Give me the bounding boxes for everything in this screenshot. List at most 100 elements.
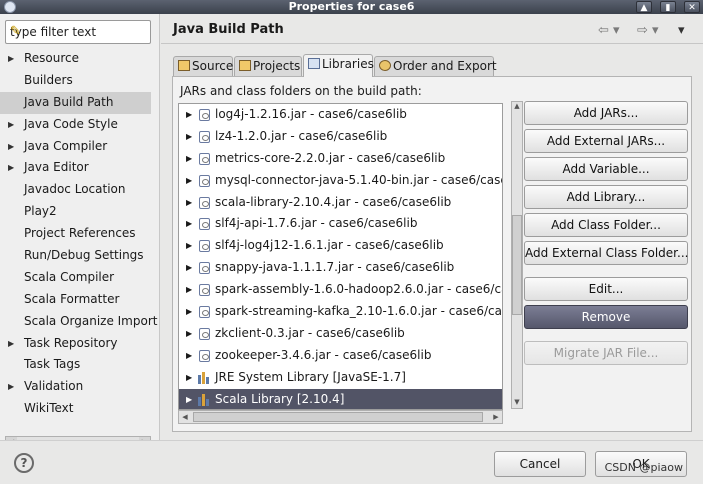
list-item[interactable]: ▶ lz4-1.2.0.jar - case6/case6lib — [179, 126, 502, 148]
sidebar-item-scala-organize-import[interactable]: Scala Organize Import — [0, 311, 160, 333]
build-path-label: JARs and class folders on the build path… — [180, 84, 422, 98]
sidebar-item-java-compiler[interactable]: ▶ Java Compiler — [0, 136, 160, 158]
scroll-left-icon[interactable]: ◀ — [179, 411, 191, 423]
expand-arrow-icon[interactable]: ▶ — [8, 48, 14, 70]
expand-arrow-icon[interactable]: ▶ — [8, 157, 14, 179]
list-item[interactable]: ▶ spark-assembly-1.6.0-hadoop2.6.0.jar - … — [179, 279, 502, 301]
view-menu-icon[interactable]: ▾ — [678, 23, 685, 38]
help-icon[interactable]: ? — [14, 453, 34, 473]
window-title: Properties for case6 — [288, 0, 415, 13]
list-item[interactable]: ▶ zkclient-0.3.jar - case6/case6lib — [179, 323, 502, 345]
add-external-class-folder-button[interactable]: Add External Class Folder... — [524, 241, 688, 265]
forward-arrow-icon[interactable]: ⇨ ▾ — [637, 23, 659, 38]
expand-arrow-icon[interactable]: ▶ — [186, 235, 192, 257]
expand-arrow-icon[interactable]: ▶ — [186, 279, 192, 301]
list-item[interactable]: ▶ log4j-1.2.16.jar - case6/case6lib — [179, 104, 502, 126]
projects-folder-icon — [239, 60, 251, 71]
dialog-footer: ? Cancel OK CSDN @piaow — [0, 440, 703, 484]
property-tree: ▶ Resource Builders Java Build Path ▶ Java… — [0, 48, 160, 420]
scroll-thumb[interactable] — [512, 215, 522, 315]
watermark: CSDN @piaow — [604, 461, 683, 474]
expand-arrow-icon[interactable]: ▶ — [186, 126, 192, 148]
list-item[interactable]: ▶ metrics-core-2.2.0.jar - case6/case6lib — [179, 148, 502, 170]
expand-arrow-icon[interactable]: ▶ — [186, 104, 192, 126]
jar-icon — [199, 262, 210, 275]
migrate-jar-file-button[interactable]: Migrate JAR File... — [524, 341, 688, 365]
remove-button[interactable]: Remove — [524, 305, 688, 329]
library-icon — [198, 371, 211, 384]
tab-source[interactable]: Source — [173, 56, 233, 76]
tab-libraries[interactable]: Libraries — [303, 54, 374, 77]
sidebar-item-scala-formatter[interactable]: Scala Formatter — [0, 289, 160, 311]
clear-filter-icon[interactable]: ✎ — [10, 24, 146, 39]
expand-arrow-icon[interactable]: ▶ — [186, 257, 192, 279]
sidebar-item-resource[interactable]: ▶ Resource — [0, 48, 160, 70]
scroll-down-icon[interactable]: ▼ — [512, 398, 522, 408]
expand-arrow-icon[interactable]: ▶ — [186, 170, 192, 192]
expand-arrow-icon[interactable]: ▶ — [8, 114, 14, 136]
library-list-vertical-scrollbar[interactable]: ▲ ▼ — [511, 101, 523, 409]
add-class-folder-button[interactable]: Add Class Folder... — [524, 213, 688, 237]
jar-icon — [199, 218, 210, 231]
expand-arrow-icon[interactable]: ▶ — [186, 389, 192, 409]
sidebar-item-play2[interactable]: Play2 — [0, 201, 160, 223]
jar-icon — [199, 152, 210, 165]
list-item[interactable]: ▶ JRE System Library [JavaSE-1.7] — [179, 367, 502, 389]
list-item[interactable]: ▶ slf4j-log4j12-1.6.1.jar - case6/case6li… — [179, 235, 502, 257]
expand-arrow-icon[interactable]: ▶ — [186, 301, 192, 323]
sidebar-item-task-tags[interactable]: Task Tags — [0, 354, 160, 376]
expand-arrow-icon[interactable]: ▶ — [8, 376, 14, 398]
expand-arrow-icon[interactable]: ▶ — [8, 136, 14, 158]
expand-arrow-icon[interactable]: ▶ — [186, 345, 192, 367]
close-icon[interactable]: ✕ — [684, 1, 700, 13]
list-item[interactable]: ▶ spark-streaming-kafka_2.10-1.6.0.jar - … — [179, 301, 502, 323]
sidebar-item-java-editor[interactable]: ▶ Java Editor — [0, 157, 160, 179]
maximize-icon[interactable]: ▲ — [636, 1, 652, 13]
list-item[interactable]: ▶ snappy-java-1.1.1.7.jar - case6/case6li… — [179, 257, 502, 279]
app-icon — [4, 1, 16, 13]
expand-arrow-icon[interactable]: ▶ — [186, 148, 192, 170]
sidebar-item-java-build-path[interactable]: Java Build Path — [0, 91, 151, 114]
library-icon — [198, 393, 211, 406]
cancel-button[interactable]: Cancel — [494, 451, 586, 477]
sidebar-item-run-debug-settings[interactable]: Run/Debug Settings — [0, 245, 160, 267]
scroll-thumb[interactable] — [193, 412, 483, 422]
add-external-jars-button[interactable]: Add External JARs... — [524, 129, 688, 153]
sidebar-item-builders[interactable]: Builders — [0, 70, 160, 92]
library-list[interactable]: ▶ log4j-1.2.16.jar - case6/case6lib ▶ lz4-… — [178, 103, 503, 410]
sidebar-item-validation[interactable]: ▶ Validation — [0, 376, 160, 398]
edit-button[interactable]: Edit... — [524, 277, 688, 301]
sidebar-item-scala-compiler[interactable]: Scala Compiler — [0, 267, 160, 289]
page-title: Java Build Path — [173, 22, 284, 37]
list-item[interactable]: ▶ Scala Library [2.10.4] — [179, 388, 502, 409]
tab-projects[interactable]: Projects — [234, 56, 302, 76]
scroll-up-icon[interactable]: ▲ — [512, 102, 522, 112]
sidebar-item-wikitext[interactable]: WikiText — [0, 398, 160, 420]
expand-arrow-icon[interactable]: ▶ — [186, 213, 192, 235]
sidebar-item-project-references[interactable]: Project References — [0, 223, 160, 245]
expand-arrow-icon[interactable]: ▶ — [186, 192, 192, 214]
list-item[interactable]: ▶ mysql-connector-java-5.1.40-bin.jar - c… — [179, 170, 502, 192]
restore-icon[interactable]: ▮ — [660, 1, 676, 13]
library-list-horizontal-scrollbar[interactable]: ◀ ▶ — [178, 410, 503, 424]
jar-icon — [199, 349, 210, 362]
list-item[interactable]: ▶ zookeeper-3.4.6.jar - case6/case6lib — [179, 345, 502, 367]
expand-arrow-icon[interactable]: ▶ — [186, 323, 192, 345]
add-library-button[interactable]: Add Library... — [524, 185, 688, 209]
sidebar: type filter text ✎ ▶ Resource Builders Ja… — [0, 14, 160, 448]
back-arrow-icon[interactable]: ⇦ ▾ — [598, 23, 620, 38]
list-item[interactable]: ▶ scala-library-2.10.4.jar - case6/case6l… — [179, 192, 502, 214]
scroll-right-icon[interactable]: ▶ — [490, 411, 502, 423]
sidebar-item-javadoc-location[interactable]: Javadoc Location — [0, 179, 160, 201]
sidebar-item-java-code-style[interactable]: ▶ Java Code Style — [0, 114, 160, 136]
add-variable-button[interactable]: Add Variable... — [524, 157, 688, 181]
sidebar-item-task-repository[interactable]: ▶ Task Repository — [0, 333, 160, 355]
tab-order-and-export[interactable]: Order and Export — [374, 56, 497, 76]
jar-icon — [199, 306, 210, 319]
expand-arrow-icon[interactable]: ▶ — [8, 333, 14, 355]
jar-icon — [199, 327, 210, 340]
list-item[interactable]: ▶ slf4j-api-1.7.6.jar - case6/case6lib — [179, 213, 502, 235]
filter-input[interactable]: type filter text ✎ — [5, 20, 151, 44]
add-jars-button[interactable]: Add JARs... — [524, 101, 688, 125]
expand-arrow-icon[interactable]: ▶ — [186, 367, 192, 389]
